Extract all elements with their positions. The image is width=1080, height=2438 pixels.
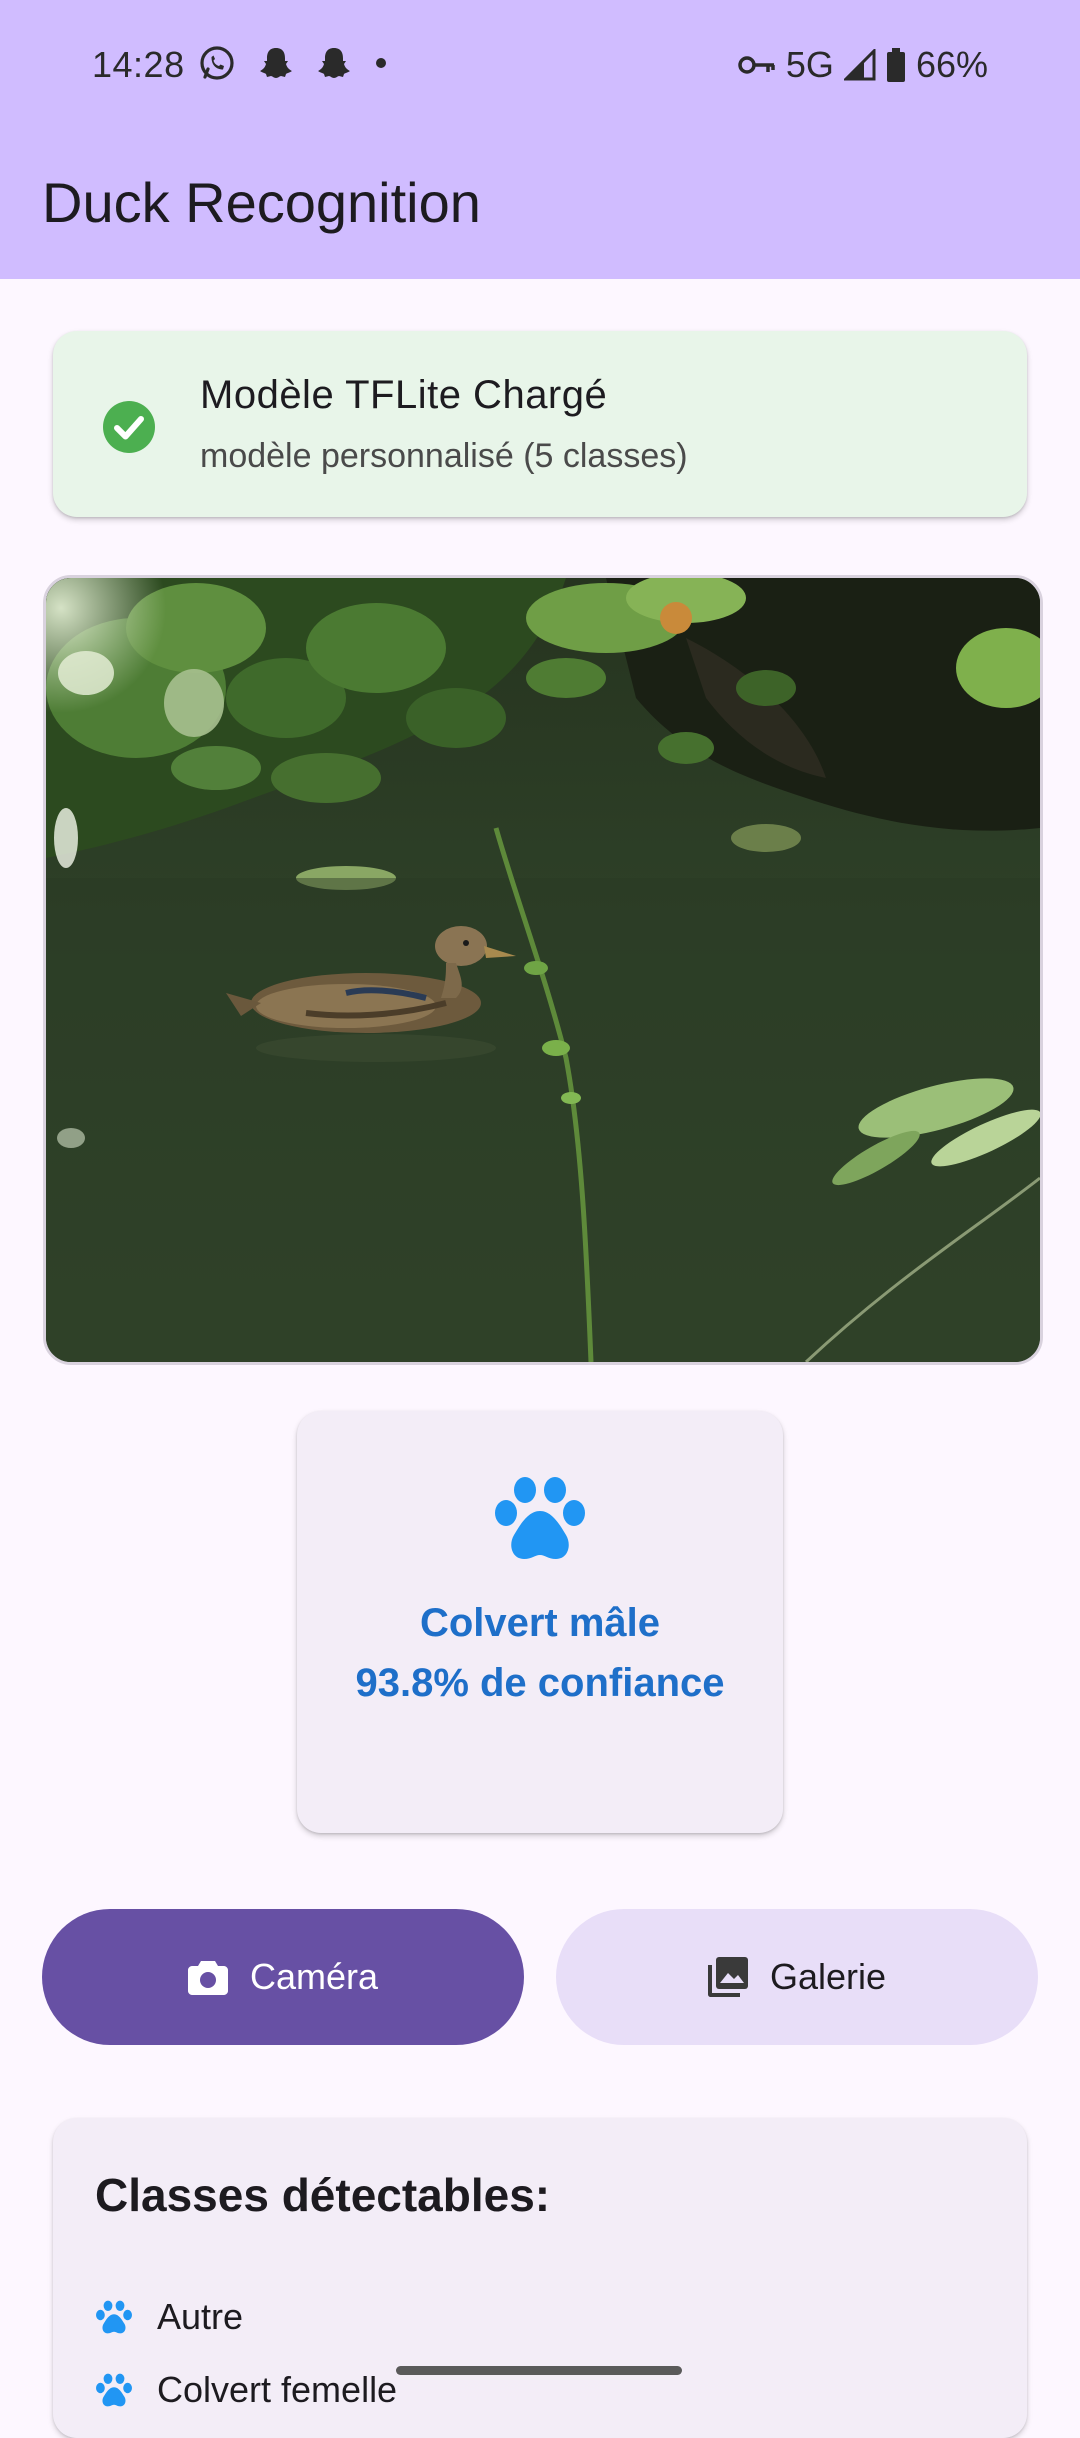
prediction-label: Colvert mâle xyxy=(419,1601,661,1645)
battery-icon xyxy=(886,48,906,82)
camera-button[interactable]: Caméra xyxy=(42,1909,524,2045)
class-label: Autre xyxy=(157,2296,244,2337)
status-bar: 14:28 5G 66% xyxy=(0,0,1080,135)
class-label: Colvert femelle xyxy=(157,2369,398,2410)
photo-library-icon xyxy=(707,1957,748,1997)
app-title: Duck Recognition xyxy=(42,171,481,234)
duck-photo xyxy=(46,578,1040,1362)
model-status-subtitle: modèle personnalisé (5 classes) xyxy=(200,437,688,475)
paw-icon xyxy=(494,1473,586,1568)
gallery-button[interactable]: Galerie xyxy=(556,1909,1038,2045)
status-time: 14:28 xyxy=(92,44,185,85)
prediction-confidence: 93.8% de confiance xyxy=(355,1661,725,1705)
gallery-button-label: Galerie xyxy=(769,1956,887,1997)
snapchat-icon xyxy=(258,45,294,81)
snapchat-icon xyxy=(316,45,352,81)
key-icon xyxy=(738,53,776,77)
top-app-bar: 14:28 5G 66% Duck Recognition xyxy=(0,0,1080,279)
network-type: 5G xyxy=(785,44,834,85)
camera-button-label: Caméra xyxy=(249,1956,379,1997)
classes-title: Classes détectables: xyxy=(95,2169,551,2221)
list-item: Colvert femelle xyxy=(95,2369,397,2411)
detectable-classes-card: Classes détectables: Autre Colvert femel… xyxy=(53,2118,1027,2438)
list-item: Autre xyxy=(95,2296,243,2338)
home-indicator[interactable] xyxy=(396,2366,682,2375)
check-circle-icon xyxy=(101,399,157,455)
paw-icon xyxy=(95,2372,133,2408)
signal-icon xyxy=(843,49,876,81)
battery-level: 66% xyxy=(915,44,988,85)
status-right: 5G 66% xyxy=(738,44,988,86)
dot-icon xyxy=(374,56,388,70)
notification-icons xyxy=(198,44,388,82)
paw-icon xyxy=(95,2299,133,2335)
model-status-title: Modèle TFLite Chargé xyxy=(200,373,608,417)
selected-photo xyxy=(43,575,1043,1365)
prediction-result-card: Colvert mâle 93.8% de confiance xyxy=(297,1411,783,1833)
camera-icon xyxy=(187,1959,228,1995)
model-status-card: Modèle TFLite Chargé modèle personnalisé… xyxy=(53,331,1027,517)
whatsapp-icon xyxy=(198,44,236,82)
